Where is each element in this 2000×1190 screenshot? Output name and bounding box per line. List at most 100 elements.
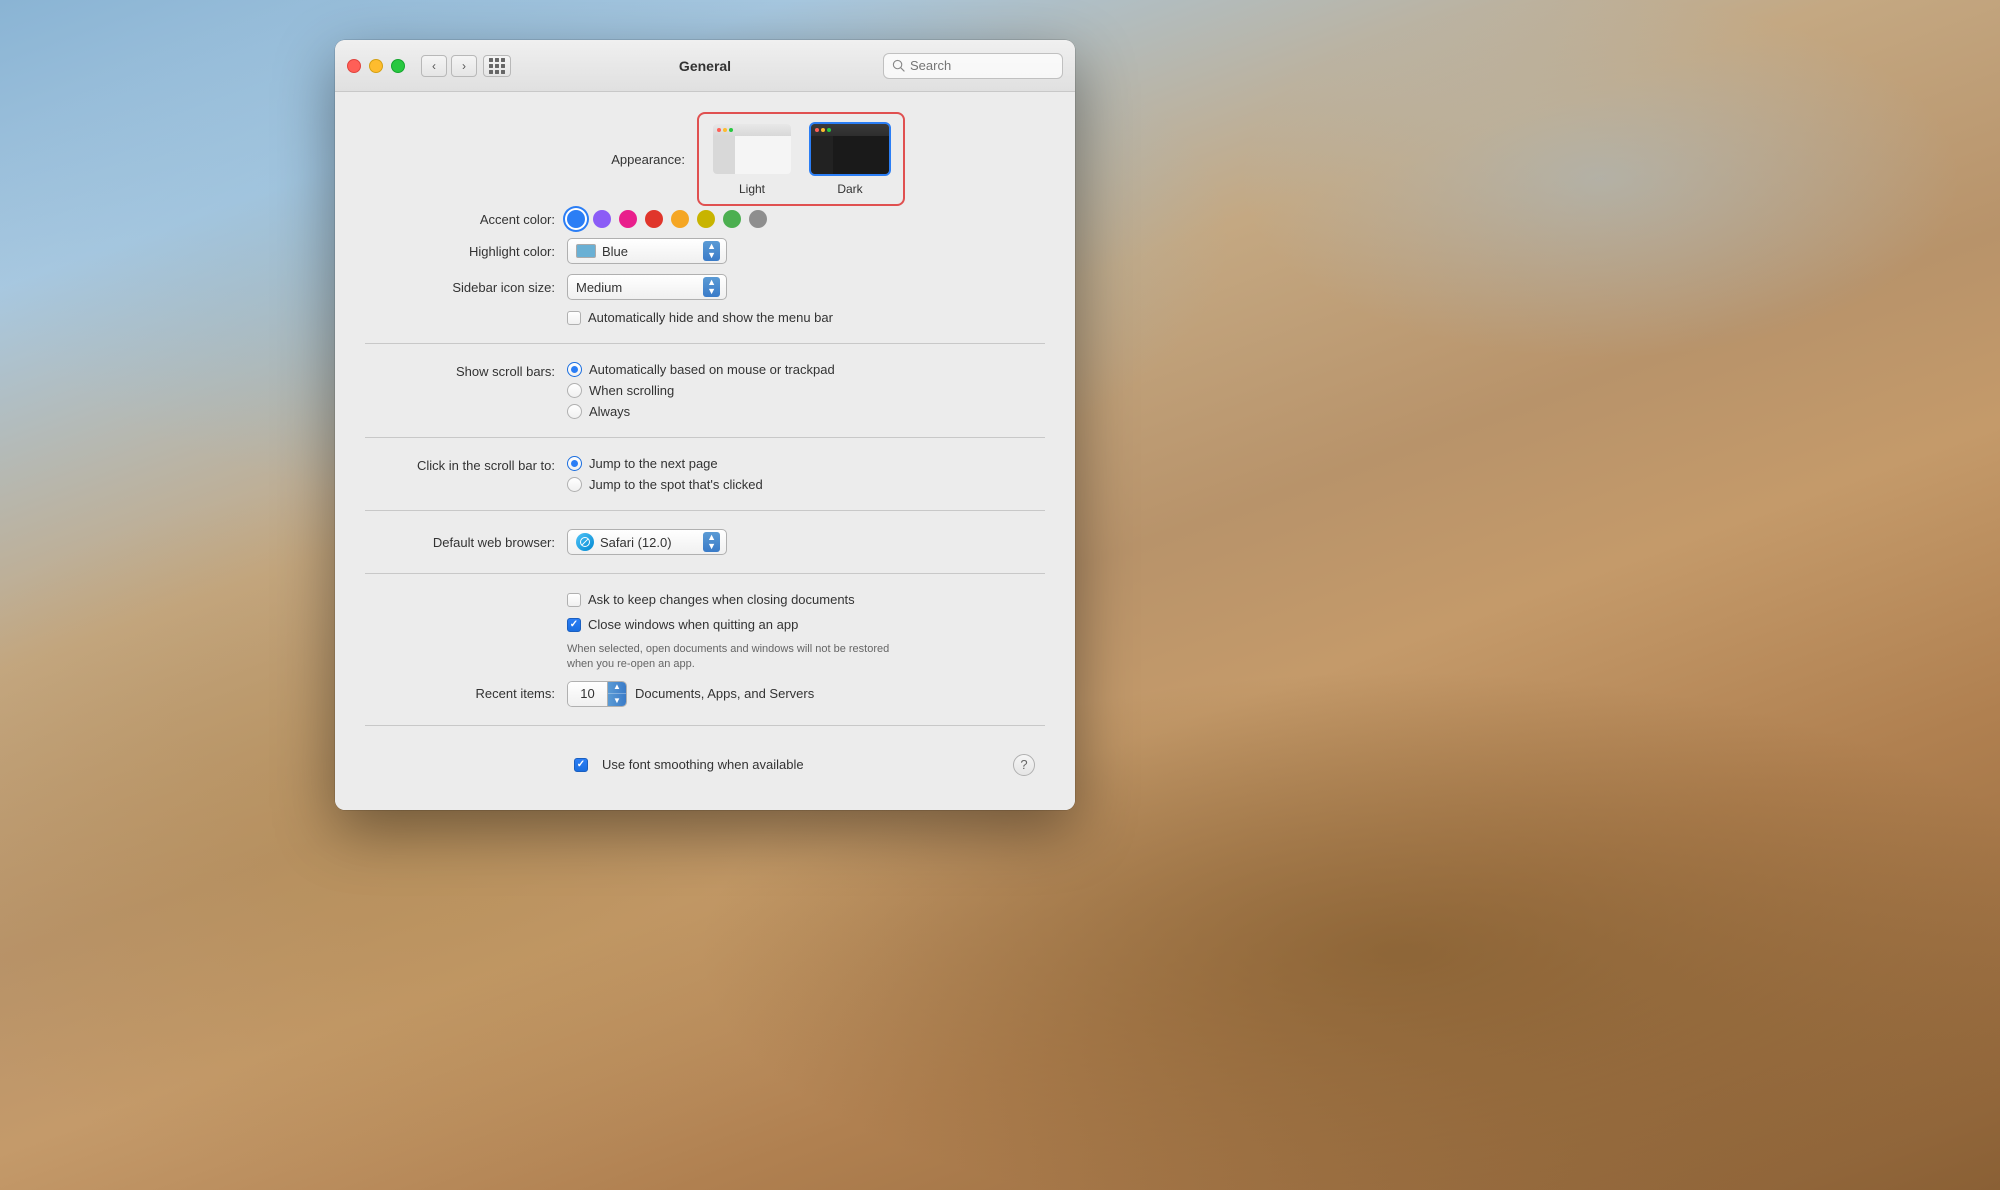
grid-dot xyxy=(495,64,499,68)
recent-items-suffix: Documents, Apps, and Servers xyxy=(635,686,814,701)
recent-items-label: Recent items: xyxy=(375,686,555,701)
appearance-option-light[interactable]: Light xyxy=(711,122,793,196)
accent-green[interactable] xyxy=(723,210,741,228)
auto-hide-menu-label: Automatically hide and show the menu bar xyxy=(588,310,833,325)
accent-colors xyxy=(567,210,767,228)
default-browser-arrows: ▲ ▼ xyxy=(703,532,720,552)
separator-3 xyxy=(365,510,1045,511)
font-smoothing-checkbox-row: Use font smoothing when available xyxy=(375,757,1013,772)
grid-dot xyxy=(489,58,493,62)
scroll-bars-label: Show scroll bars: xyxy=(375,362,555,379)
close-windows-row: Close windows when quitting an app xyxy=(567,617,1035,632)
scroll-auto-label: Automatically based on mouse or trackpad xyxy=(589,362,835,377)
stepper-up-button[interactable]: ▲ xyxy=(608,681,626,694)
scroll-always-row: Always xyxy=(567,404,835,419)
window-title: General xyxy=(679,58,731,74)
forward-button[interactable]: › xyxy=(451,55,477,77)
help-button[interactable]: ? xyxy=(1013,754,1035,776)
close-windows-checkbox[interactable] xyxy=(567,618,581,632)
auto-hide-menu-row: Automatically hide and show the menu bar xyxy=(567,310,1035,325)
accent-yellow[interactable] xyxy=(697,210,715,228)
sidebar-icon-size-dropdown[interactable]: Medium ▲ ▼ xyxy=(567,274,727,300)
appearance-option-dark[interactable]: Dark xyxy=(809,122,891,196)
close-windows-subtext: When selected, open documents and window… xyxy=(567,642,987,673)
sidebar-icon-size-row: Sidebar icon size: Medium ▲ ▼ xyxy=(375,274,1035,300)
stepper-down-button[interactable]: ▼ xyxy=(608,694,626,707)
font-smoothing-label: Use font smoothing when available xyxy=(602,757,804,772)
titlebar: ‹ › General xyxy=(335,40,1075,92)
ask-keep-changes-row: Ask to keep changes when closing documen… xyxy=(567,592,1035,607)
fullscreen-button[interactable] xyxy=(391,59,405,73)
back-button[interactable]: ‹ xyxy=(421,55,447,77)
appearance-section: Appearance: Li xyxy=(375,112,1035,206)
recent-items-stepper[interactable]: 10 ▲ ▼ xyxy=(567,681,627,707)
grid-dot xyxy=(489,70,493,74)
accent-pink[interactable] xyxy=(619,210,637,228)
default-browser-value: Safari (12.0) xyxy=(600,535,699,550)
scroll-scrolling-label: When scrolling xyxy=(589,383,674,398)
appearance-dark-label: Dark xyxy=(837,182,862,196)
click-scroll-label: Click in the scroll bar to: xyxy=(375,456,555,473)
thumb-dark-content xyxy=(833,136,889,174)
scroll-scrolling-row: When scrolling xyxy=(567,383,835,398)
appearance-options: Light Dark xyxy=(697,112,905,206)
traffic-lights xyxy=(347,59,405,73)
grid-dot xyxy=(489,64,493,68)
separator-2 xyxy=(365,437,1045,438)
highlight-color-dropdown[interactable]: Blue ▲ ▼ xyxy=(567,238,727,264)
search-input[interactable] xyxy=(910,58,1054,73)
thumb-dot-green xyxy=(729,128,733,132)
accent-orange[interactable] xyxy=(671,210,689,228)
font-smoothing-checkbox[interactable] xyxy=(574,758,588,772)
accent-purple[interactable] xyxy=(593,210,611,228)
sidebar-icon-size-arrows: ▲ ▼ xyxy=(703,277,720,297)
scroll-scrolling-radio[interactable] xyxy=(567,383,582,398)
scroll-always-radio[interactable] xyxy=(567,404,582,419)
click-next-page-radio[interactable] xyxy=(567,456,582,471)
light-preview xyxy=(713,124,791,174)
search-icon xyxy=(892,59,905,72)
minimize-button[interactable] xyxy=(369,59,383,73)
close-windows-label: Close windows when quitting an app xyxy=(588,617,798,632)
thumb-dot-yellow xyxy=(821,128,825,132)
default-browser-dropdown[interactable]: Safari (12.0) ▲ ▼ xyxy=(567,529,727,555)
grid-dot xyxy=(501,70,505,74)
click-next-page-label: Jump to the next page xyxy=(589,456,718,471)
sidebar-icon-size-label: Sidebar icon size: xyxy=(375,280,555,295)
thumb-light-content xyxy=(735,136,791,174)
default-browser-label: Default web browser: xyxy=(375,535,555,550)
ask-keep-changes-checkbox[interactable] xyxy=(567,593,581,607)
close-button[interactable] xyxy=(347,59,361,73)
recent-items-row: Recent items: 10 ▲ ▼ Documents, Apps, an… xyxy=(375,681,1035,707)
click-scroll-options: Jump to the next page Jump to the spot t… xyxy=(567,456,763,492)
accent-red[interactable] xyxy=(645,210,663,228)
scroll-always-label: Always xyxy=(589,404,630,419)
click-next-page-row: Jump to the next page xyxy=(567,456,763,471)
light-titlebar xyxy=(713,124,791,136)
grid-dot xyxy=(495,58,499,62)
thumb-dot-yellow xyxy=(723,128,727,132)
scroll-bars-row: Show scroll bars: Automatically based on… xyxy=(375,362,1035,419)
scroll-bars-options: Automatically based on mouse or trackpad… xyxy=(567,362,835,419)
accent-blue[interactable] xyxy=(567,210,585,228)
search-bar[interactable] xyxy=(883,53,1063,79)
highlight-color-value: Blue xyxy=(602,244,699,259)
sidebar-icon-size-value: Medium xyxy=(576,280,699,295)
accent-color-label: Accent color: xyxy=(375,212,555,227)
dark-preview xyxy=(811,124,889,174)
accent-graphite[interactable] xyxy=(749,210,767,228)
click-spot-radio[interactable] xyxy=(567,477,582,492)
grid-view-button[interactable] xyxy=(483,55,511,77)
grid-dot xyxy=(495,70,499,74)
highlight-color-swatch xyxy=(576,244,596,258)
grid-dot xyxy=(501,64,505,68)
thumb-dot-red xyxy=(815,128,819,132)
scroll-auto-row: Automatically based on mouse or trackpad xyxy=(567,362,835,377)
click-scroll-row: Click in the scroll bar to: Jump to the … xyxy=(375,456,1035,492)
highlight-color-row: Highlight color: Blue ▲ ▼ xyxy=(375,238,1035,264)
scroll-auto-radio[interactable] xyxy=(567,362,582,377)
thumb-dark-sidebar xyxy=(811,136,833,174)
auto-hide-menu-checkbox[interactable] xyxy=(567,311,581,325)
grid-icon xyxy=(489,58,505,74)
thumb-dot-red xyxy=(717,128,721,132)
